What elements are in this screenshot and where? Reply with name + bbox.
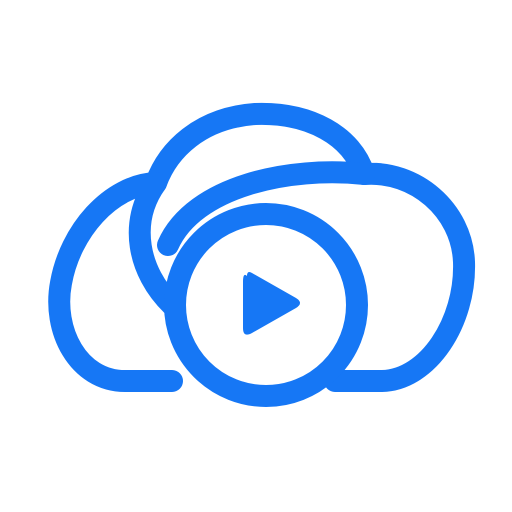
cloud-outline-icon <box>48 102 476 392</box>
logo-canvas <box>0 0 512 512</box>
play-triangle-icon <box>243 272 300 335</box>
cloud-video-play-logo <box>48 102 476 407</box>
